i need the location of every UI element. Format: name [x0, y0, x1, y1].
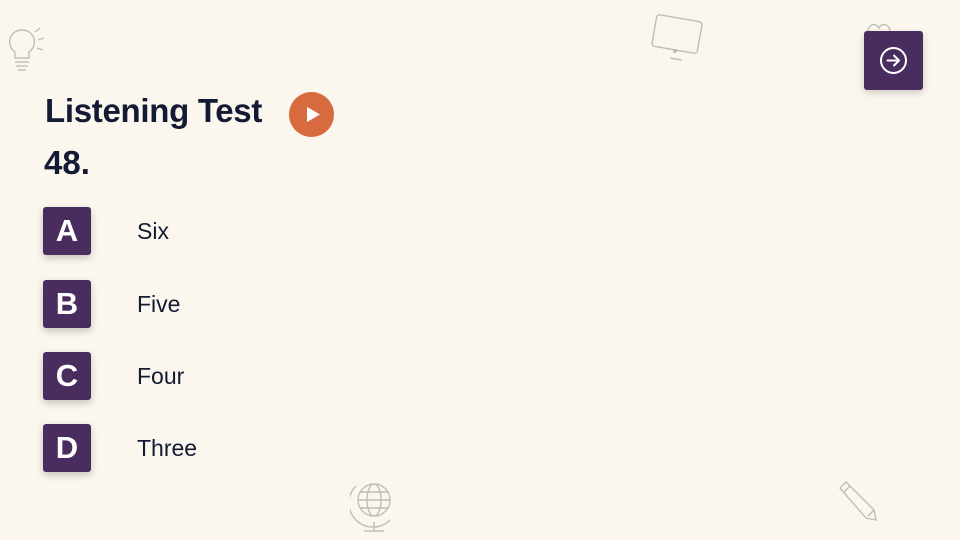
option-text: Four	[137, 363, 185, 389]
option-letter-badge: A	[43, 207, 91, 255]
quiz-slide: { "quiz": { "title": "Listening Test", "…	[0, 0, 960, 540]
lightbulb-icon	[8, 27, 45, 71]
option-d[interactable]: D Three	[43, 424, 343, 472]
next-button[interactable]	[864, 31, 923, 90]
option-text: Five	[137, 291, 181, 317]
monitor-icon	[651, 14, 703, 61]
pencil-icon	[839, 481, 877, 521]
play-icon	[307, 107, 320, 122]
option-c[interactable]: C Four	[43, 352, 343, 400]
option-letter-badge: B	[43, 280, 91, 328]
globe-icon	[350, 483, 391, 532]
option-a[interactable]: A Six	[43, 207, 343, 255]
play-button[interactable]	[289, 92, 334, 137]
option-text: Three	[137, 435, 198, 461]
question-number: 48.	[44, 144, 90, 181]
option-letter-badge: C	[43, 352, 91, 400]
option-letter-badge: D	[43, 424, 91, 472]
page-title: Listening Test	[45, 92, 263, 129]
option-text: Six	[137, 218, 169, 244]
arrow-right-circle-icon	[880, 47, 907, 74]
option-b[interactable]: B Five	[43, 280, 343, 328]
